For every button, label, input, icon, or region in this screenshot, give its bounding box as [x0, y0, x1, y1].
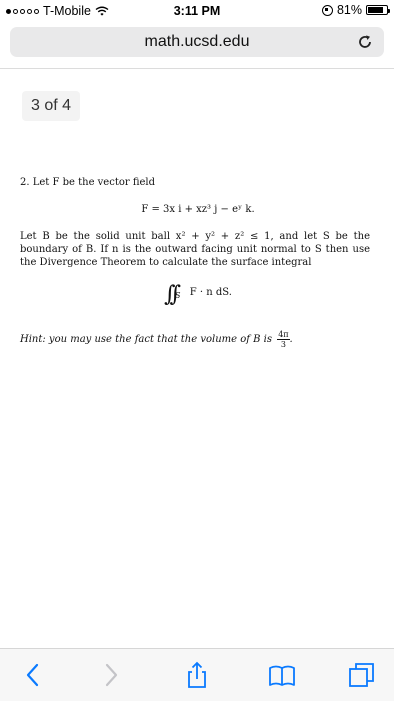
url-text[interactable]: math.ucsd.edu — [10, 33, 384, 51]
hint: Hint: you may use the fact that the volu… — [20, 330, 293, 349]
battery-icon — [366, 5, 390, 15]
tabs-icon[interactable] — [348, 661, 376, 689]
bookmarks-icon[interactable] — [268, 661, 296, 689]
double-integral-symbol: ∫∫ — [164, 282, 181, 307]
back-icon[interactable] — [20, 661, 48, 689]
vector-field-equation: F = 3x i + xz³ j − eʸ k. — [141, 204, 255, 215]
hint-text: Hint: you may use the fact that the volu… — [20, 334, 272, 345]
forward-icon[interactable] — [96, 661, 124, 689]
share-icon[interactable] — [183, 661, 211, 689]
pdf-page-indicator: 3 of 4 — [22, 91, 80, 121]
volume-fraction: 4π 3 — [277, 330, 290, 349]
header-divider — [0, 68, 394, 69]
fraction-numerator: 4π — [277, 330, 290, 340]
address-bar[interactable]: math.ucsd.edu — [10, 27, 384, 57]
bottom-toolbar — [0, 648, 394, 701]
surface-integral: ∫∫S F · n dS. — [20, 284, 376, 306]
integral-subscript: S — [175, 291, 181, 300]
rotation-lock-icon — [321, 4, 333, 16]
fraction-denominator: 3 — [280, 340, 286, 349]
problem-number: 2. — [20, 177, 30, 188]
integrand: F · n dS. — [189, 287, 232, 298]
problem-intro-text: Let F be the vector field — [32, 177, 156, 188]
problem-intro: 2. Let F be the vector field — [20, 176, 155, 189]
reload-icon[interactable] — [356, 33, 374, 51]
problem-paragraph: Let B be the solid unit ball x² + y² + z… — [20, 231, 370, 268]
status-bar: T-Mobile 3:11 PM 81% — [0, 0, 394, 22]
battery-percent: 81% — [336, 3, 362, 17]
